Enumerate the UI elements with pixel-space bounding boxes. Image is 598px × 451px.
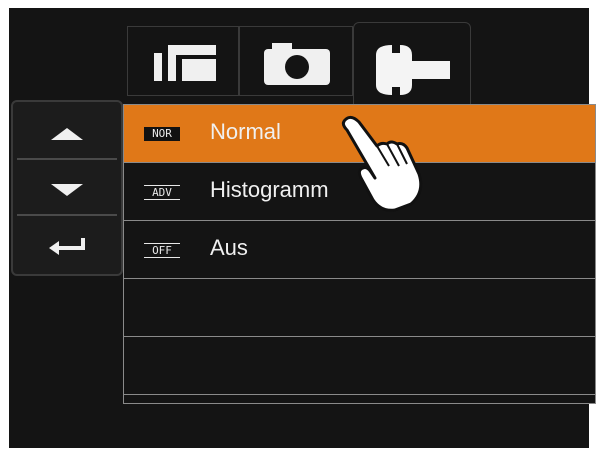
- wrench-icon: [376, 45, 450, 95]
- triangle-up-icon: [51, 128, 83, 140]
- tab-setup[interactable]: [353, 22, 471, 112]
- menu-item-label: Normal: [210, 119, 281, 144]
- menu-item-label: Aus: [210, 235, 248, 260]
- off-icon: OFF: [144, 243, 180, 258]
- nor-icon: NOR: [144, 127, 180, 141]
- triangle-down-icon: [51, 184, 83, 196]
- enter-button[interactable]: [17, 220, 117, 270]
- menu-item-empty: [124, 337, 595, 395]
- camera-screen: NOR Normal ADV Histogramm OFF Aus: [9, 8, 596, 448]
- navigation-panel: [11, 100, 123, 276]
- return-arrow-icon: [49, 238, 85, 255]
- tab-playback[interactable]: [127, 26, 239, 96]
- camera-icon: [264, 43, 330, 85]
- scroll-up-button[interactable]: [17, 108, 117, 160]
- adv-icon: ADV: [144, 185, 180, 200]
- menu-item-empty: [124, 279, 595, 337]
- playback-icon: [154, 45, 216, 81]
- scroll-down-button[interactable]: [17, 164, 117, 216]
- pointing-hand-icon: [341, 115, 423, 212]
- menu-item-aus[interactable]: OFF Aus: [124, 221, 595, 279]
- menu-item-label: Histogramm: [210, 177, 329, 202]
- tab-camera[interactable]: [239, 26, 353, 96]
